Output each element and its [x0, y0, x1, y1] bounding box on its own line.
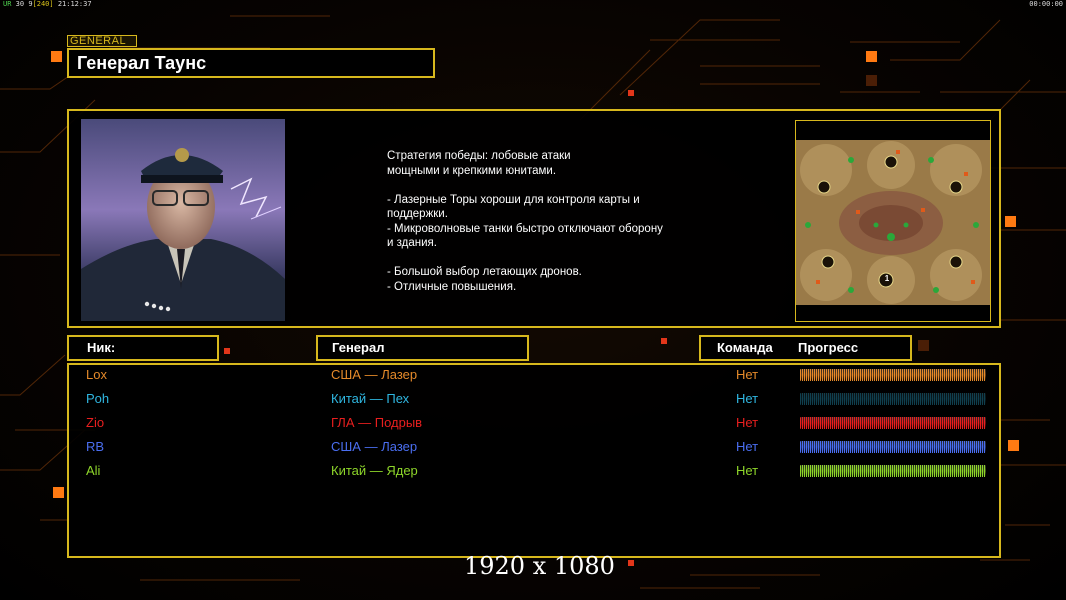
player-team: Нет [736, 415, 759, 430]
general-info-panel: Стратегия победы: лобовые атаки мощными … [67, 109, 1001, 328]
player-progress-bar [800, 441, 986, 453]
player-general: ГЛА — Подрыв [331, 415, 423, 430]
player-row: Lox США — Лазер Нет [69, 365, 999, 385]
column-header-general: Генерал [316, 335, 529, 361]
resolution-overlay: 1920 x 1080 [464, 552, 615, 580]
column-header-team-progress: Команда Прогресс [699, 335, 912, 361]
player-nick: Poh [86, 391, 110, 406]
minimap-terrain [796, 140, 990, 305]
player-progress-bar [800, 369, 986, 381]
player-general: Китай — Пех [331, 391, 410, 406]
player-nick: RB [86, 439, 105, 454]
column-header-team: Команда [717, 340, 773, 355]
general-portrait [81, 119, 285, 321]
column-header-nick: Ник: [67, 335, 219, 361]
player-nick: Zio [86, 415, 105, 430]
minimap[interactable]: 1 [795, 120, 991, 322]
player-row: RB США — Лазер Нет [69, 437, 999, 457]
general-tag: GENERAL [67, 35, 137, 47]
player-general: США — Лазер [331, 439, 418, 454]
player-progress-bar [800, 393, 986, 405]
player-nick: Lox [86, 367, 107, 382]
general-description: Стратегия победы: лобовые атаки мощными … [387, 150, 663, 293]
general-name: Генерал Таунс [67, 48, 435, 78]
player-general: Китай — Ядер [331, 463, 418, 478]
player-nick: Ali [86, 463, 101, 478]
player-team: Нет [736, 391, 759, 406]
hud-fps-readout: UR 30 9[240] 21:12:37 [3, 0, 92, 8]
player-progress-bar [800, 417, 986, 429]
hud-clock: 00:00:00 [1029, 0, 1063, 8]
player-team: Нет [736, 439, 759, 454]
player-team: Нет [736, 463, 759, 478]
player-progress-bar [800, 465, 986, 477]
players-panel: Lox США — Лазер Нет Poh Китай — Пех Нет … [67, 363, 1001, 558]
player-row: Poh Китай — Пех Нет [69, 389, 999, 409]
player-general: США — Лазер [331, 367, 418, 382]
player-row: Ali Китай — Ядер Нет [69, 461, 999, 481]
player-row: Zio ГЛА — Подрыв Нет [69, 413, 999, 433]
player-team: Нет [736, 367, 759, 382]
column-header-progress: Прогресс [798, 340, 859, 355]
minimap-start-marker: 1 [884, 274, 890, 283]
